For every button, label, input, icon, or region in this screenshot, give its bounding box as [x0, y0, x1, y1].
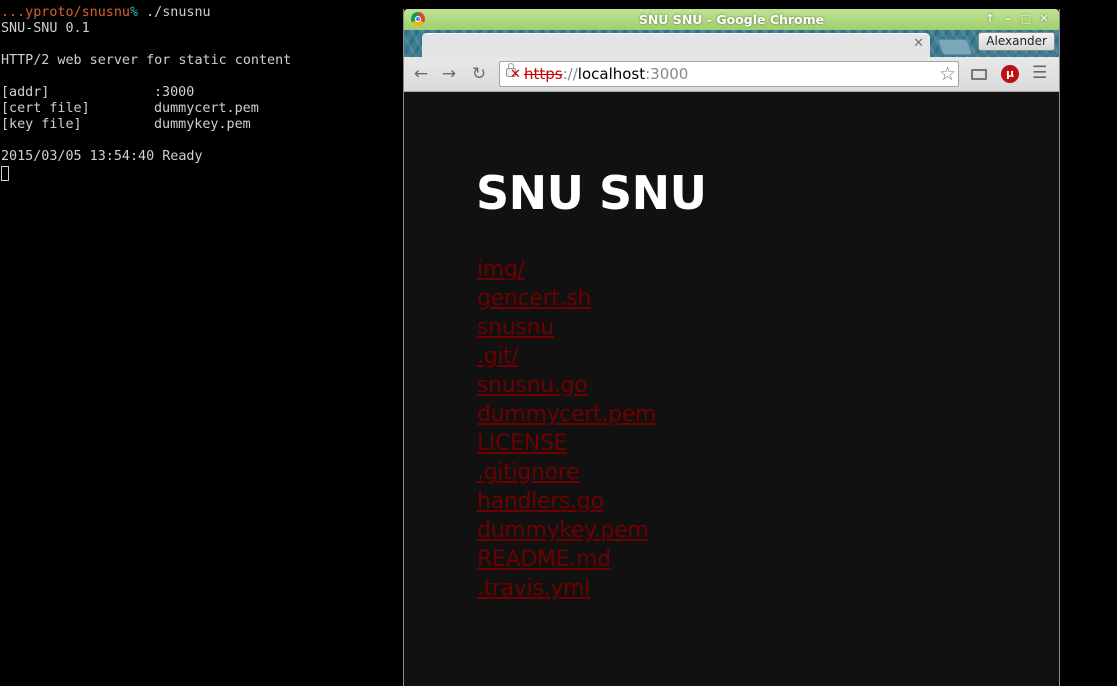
insecure-x-icon: ✕ — [510, 67, 521, 82]
file-link[interactable]: snusnu.go — [477, 373, 588, 398]
list-item: README.md — [477, 545, 656, 574]
description-line: HTTP/2 web server for static content — [1, 53, 292, 68]
profile-button[interactable]: Alexander — [978, 32, 1055, 51]
ublock-extension-icon[interactable]: μ — [1001, 65, 1019, 83]
config-value: dummykey.pem — [154, 117, 251, 132]
list-item: dummycert.pem — [477, 400, 656, 429]
url-host: localhost — [577, 65, 646, 83]
file-link[interactable]: .gitignore — [477, 460, 580, 485]
prompt-symbol: % — [130, 5, 139, 20]
window-titlebar[interactable]: SNU SNU - Google Chrome ↑ – □ ✕ — [404, 9, 1059, 30]
url-separator: :// — [562, 65, 578, 83]
file-list: img/gencert.sh snusnu .git/snusnu.go dummyc… — [477, 255, 656, 603]
page-title: SNU SNU — [476, 166, 707, 220]
list-item: LICENSE — [477, 429, 656, 458]
command-text: ./snusnu — [138, 5, 211, 20]
config-cert-line: [cert file] dummycert.pem — [1, 101, 259, 117]
file-link[interactable]: handlers.go — [477, 489, 604, 514]
reload-icon[interactable]: ↻ — [468, 63, 490, 85]
new-tab-button[interactable] — [937, 39, 973, 55]
tab-active[interactable]: ✕ — [422, 33, 930, 57]
forward-arrow-icon[interactable]: → — [438, 63, 460, 85]
maximize-up-icon[interactable]: ↑ — [983, 12, 997, 26]
file-link[interactable]: .travis.yml — [477, 576, 590, 601]
file-link[interactable]: README.md — [477, 547, 611, 572]
prompt-line: ...yproto/snusnu% ./snusnu — [1, 5, 211, 21]
menu-hamburger-icon[interactable]: ☰ — [1032, 63, 1047, 83]
config-key: [key file] — [1, 117, 82, 132]
list-item: handlers.go — [477, 487, 656, 516]
list-item: snusnu — [477, 313, 656, 342]
banner-line: SNU-SNU 0.1 — [1, 21, 90, 36]
list-item: img/ — [477, 255, 656, 284]
file-link[interactable]: dummycert.pem — [477, 402, 656, 427]
url-text: https://localhost:3000 — [524, 62, 688, 86]
status-line: 2015/03/05 13:54:40 Ready — [1, 149, 203, 164]
file-link[interactable]: gencert.sh — [477, 286, 591, 311]
list-item: dummykey.pem — [477, 516, 656, 545]
file-link[interactable]: dummykey.pem — [477, 518, 649, 543]
close-window-button[interactable]: ✕ — [1037, 12, 1051, 26]
config-key-line: [key file] dummykey.pem — [1, 117, 251, 133]
maximize-button[interactable]: □ — [1019, 12, 1033, 26]
url-port: :3000 — [645, 65, 689, 83]
file-link[interactable]: snusnu — [477, 315, 554, 340]
tab-strip: ✕ Alexander — [404, 30, 1059, 57]
address-bar[interactable]: ✕ https://localhost:3000 ☆ — [499, 61, 959, 87]
prompt-path: ...yproto/snusnu — [1, 5, 130, 20]
list-item: .git/ — [477, 342, 656, 371]
config-key: [cert file] — [1, 101, 90, 116]
file-link[interactable]: .git/ — [477, 344, 519, 369]
browser-window: SNU SNU - Google Chrome ↑ – □ ✕ ✕ Alexan… — [403, 9, 1060, 686]
cast-icon[interactable] — [971, 69, 987, 80]
terminal-window[interactable]: ...yproto/snusnu% ./snusnu SNU-SNU 0.1 H… — [0, 0, 403, 686]
config-addr-line: [addr] :3000 — [1, 85, 194, 101]
config-value: dummycert.pem — [154, 101, 259, 116]
config-value: :3000 — [154, 85, 195, 100]
list-item: gencert.sh — [477, 284, 656, 313]
url-scheme: https — [524, 65, 563, 83]
tab-close-icon[interactable]: ✕ — [913, 36, 924, 51]
file-link[interactable]: LICENSE — [477, 431, 568, 456]
list-item: snusnu.go — [477, 371, 656, 400]
config-key: [addr] — [1, 85, 50, 100]
minimize-button[interactable]: – — [1001, 12, 1015, 26]
window-title: SNU SNU - Google Chrome — [638, 12, 825, 27]
terminal-cursor — [1, 166, 9, 181]
file-link[interactable]: img/ — [477, 257, 525, 282]
back-arrow-icon[interactable]: ← — [410, 63, 432, 85]
browser-toolbar: ← → ↻ ✕ https://localhost:3000 ☆ μ ☰ — [404, 57, 1059, 92]
list-item: .gitignore — [477, 458, 656, 487]
bookmark-star-icon[interactable]: ☆ — [939, 62, 956, 86]
list-item: .travis.yml — [477, 574, 656, 603]
page-viewport: SNU SNU img/gencert.sh snusnu .git/snusnu.… — [404, 92, 1059, 686]
